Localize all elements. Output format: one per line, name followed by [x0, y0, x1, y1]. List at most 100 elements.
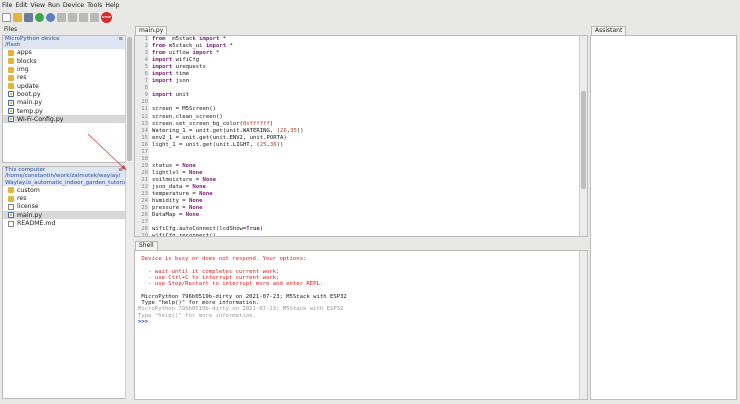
folder-icon [8, 58, 14, 65]
device-scrollbar[interactable] [125, 35, 133, 163]
keyword-token: None [202, 176, 217, 183]
code-token: status = [152, 162, 183, 169]
line-number: 8 [144, 85, 148, 92]
device-file-item[interactable]: blocks [3, 57, 125, 65]
computer-menu-icon[interactable]: ≡ [118, 167, 123, 173]
device-file-item[interactable]: update [3, 82, 125, 90]
code-line: wifiCfg.reconnect() [152, 233, 304, 236]
resume-icon[interactable] [90, 12, 99, 22]
code-token: * [226, 43, 233, 50]
device-file-item[interactable]: res [3, 74, 125, 82]
device-files-view: MicroPython device /flash ≡ apps blocks im… [2, 35, 126, 163]
tab-shell[interactable]: Shell [135, 241, 158, 250]
computer-file-item[interactable]: license [3, 203, 125, 211]
code-token: screen = M5Screen() [152, 106, 216, 113]
open-file-icon[interactable] [13, 12, 22, 22]
code-token: DataMap = [152, 212, 186, 219]
device-menu-icon[interactable]: ≡ [118, 36, 123, 42]
device-file-item[interactable]: Wi-Fi-Config.py [3, 115, 125, 124]
device-file-item[interactable]: main.py [3, 99, 125, 107]
tab-assistant[interactable]: Assistant [591, 26, 627, 35]
number-token: 26 [279, 127, 287, 134]
line-number: 6 [144, 71, 148, 78]
line-number: 22 [141, 183, 148, 190]
device-file-item[interactable]: img [3, 65, 125, 73]
menu-item-help[interactable]: Help [105, 2, 119, 9]
code-token: lightlvl = [152, 169, 190, 176]
menu-item-tools[interactable]: Tools [87, 2, 102, 9]
keyword-token: import [152, 64, 173, 71]
computer-file-item[interactable]: README.md [3, 219, 125, 227]
computer-path-link-1[interactable]: /home/constantin/work/zaimotek/wayiay/ [5, 173, 125, 179]
new-file-icon[interactable] [2, 12, 11, 22]
menu-item-view[interactable]: View [30, 2, 45, 9]
step-into-icon[interactable] [68, 12, 77, 22]
code-line: screen.clean_screen() [152, 114, 304, 121]
computer-file-item[interactable]: main.py [3, 211, 125, 220]
file-name-label: res [17, 195, 27, 203]
menu-item-run[interactable]: Run [48, 2, 60, 9]
keyword-token: from [152, 50, 166, 57]
keyword-token: from [152, 43, 166, 50]
code-line: from m5stack_ui import * [152, 43, 304, 50]
save-file-icon[interactable] [24, 12, 33, 22]
device-path-link[interactable]: /flash [5, 42, 125, 48]
file-name-label: res [17, 74, 27, 82]
keyword-token: None [189, 205, 203, 212]
file-name-label: README.md [17, 220, 56, 228]
python-file-icon [8, 116, 14, 123]
device-file-list: apps blocks img res update boot.py main.py temp… [3, 49, 125, 124]
line-number: 26 [141, 212, 148, 219]
editor-scrollbar[interactable] [579, 36, 587, 236]
line-number: 23 [141, 191, 148, 198]
computer-path-link-2[interactable]: Waylay.io_automatic_indoor_garden_tutori… [5, 180, 128, 186]
file-name-label: license [17, 203, 39, 211]
shell-console[interactable]: Device is busy or does not respond. Your… [134, 250, 588, 400]
code-line: soilmoisture = None [152, 177, 304, 184]
keyword-token: None [189, 169, 203, 176]
keyword-token: import [192, 50, 213, 57]
folder-icon [8, 83, 14, 90]
computer-file-item[interactable]: res [3, 195, 125, 203]
code-token: Watering_1 = unit.get(unit.WATERING, ( [152, 127, 280, 134]
menu-item-edit[interactable]: Edit [15, 2, 27, 9]
file-name-label: img [17, 66, 29, 74]
keyword-token: import [152, 78, 173, 85]
menu-item-device[interactable]: Device [63, 2, 84, 9]
code-text[interactable]: from m5stack import * from m5stack_ui imp… [152, 36, 304, 236]
folder-icon [8, 195, 14, 202]
code-editor[interactable]: 1 2 3 4 5 6 7 8 9 10 11 12 13 14 15 16 17 18 19 20 21 22 23 24 2… [134, 35, 588, 237]
debug-icon[interactable] [46, 12, 55, 22]
editor-scroll-thumb[interactable] [581, 91, 586, 189]
line-number: 19 [141, 162, 148, 169]
menu-item-file[interactable]: File [2, 2, 12, 9]
stop-button[interactable]: STOP [101, 11, 112, 23]
line-number: 2 [144, 43, 148, 50]
code-line: status = None [152, 163, 304, 170]
code-line: json_data = None [152, 184, 304, 191]
computer-scrollbar[interactable] [125, 166, 133, 399]
code-line: screen.set_screen_bg_color(0xffffff) [152, 121, 304, 128]
run-icon[interactable] [35, 12, 44, 22]
code-token: soilmoisture = [152, 176, 203, 183]
code-line: import time [152, 71, 304, 78]
step-over-icon[interactable] [57, 12, 66, 22]
device-scroll-thumb[interactable] [127, 37, 132, 161]
computer-file-item[interactable]: custom [3, 186, 125, 194]
tab-main-py[interactable]: main.py [135, 26, 168, 35]
shell-scrollbar[interactable] [579, 251, 587, 399]
line-number: 21 [141, 176, 148, 183]
file-name-label: temp.py [17, 107, 43, 115]
code-line: import json [152, 78, 304, 85]
device-file-item[interactable]: temp.py [3, 107, 125, 115]
device-file-item[interactable]: boot.py [3, 90, 125, 98]
code-token: env2_1 = unit.get(unit.ENV2, unit.PORTA) [152, 134, 287, 141]
code-line: humidity = None [152, 198, 304, 205]
code-token: json [172, 78, 190, 85]
line-number: 11 [141, 106, 148, 113]
step-out-icon[interactable] [79, 12, 88, 22]
device-file-item[interactable]: apps [3, 49, 125, 57]
code-token: * [219, 36, 227, 42]
line-number: 14 [141, 127, 148, 134]
